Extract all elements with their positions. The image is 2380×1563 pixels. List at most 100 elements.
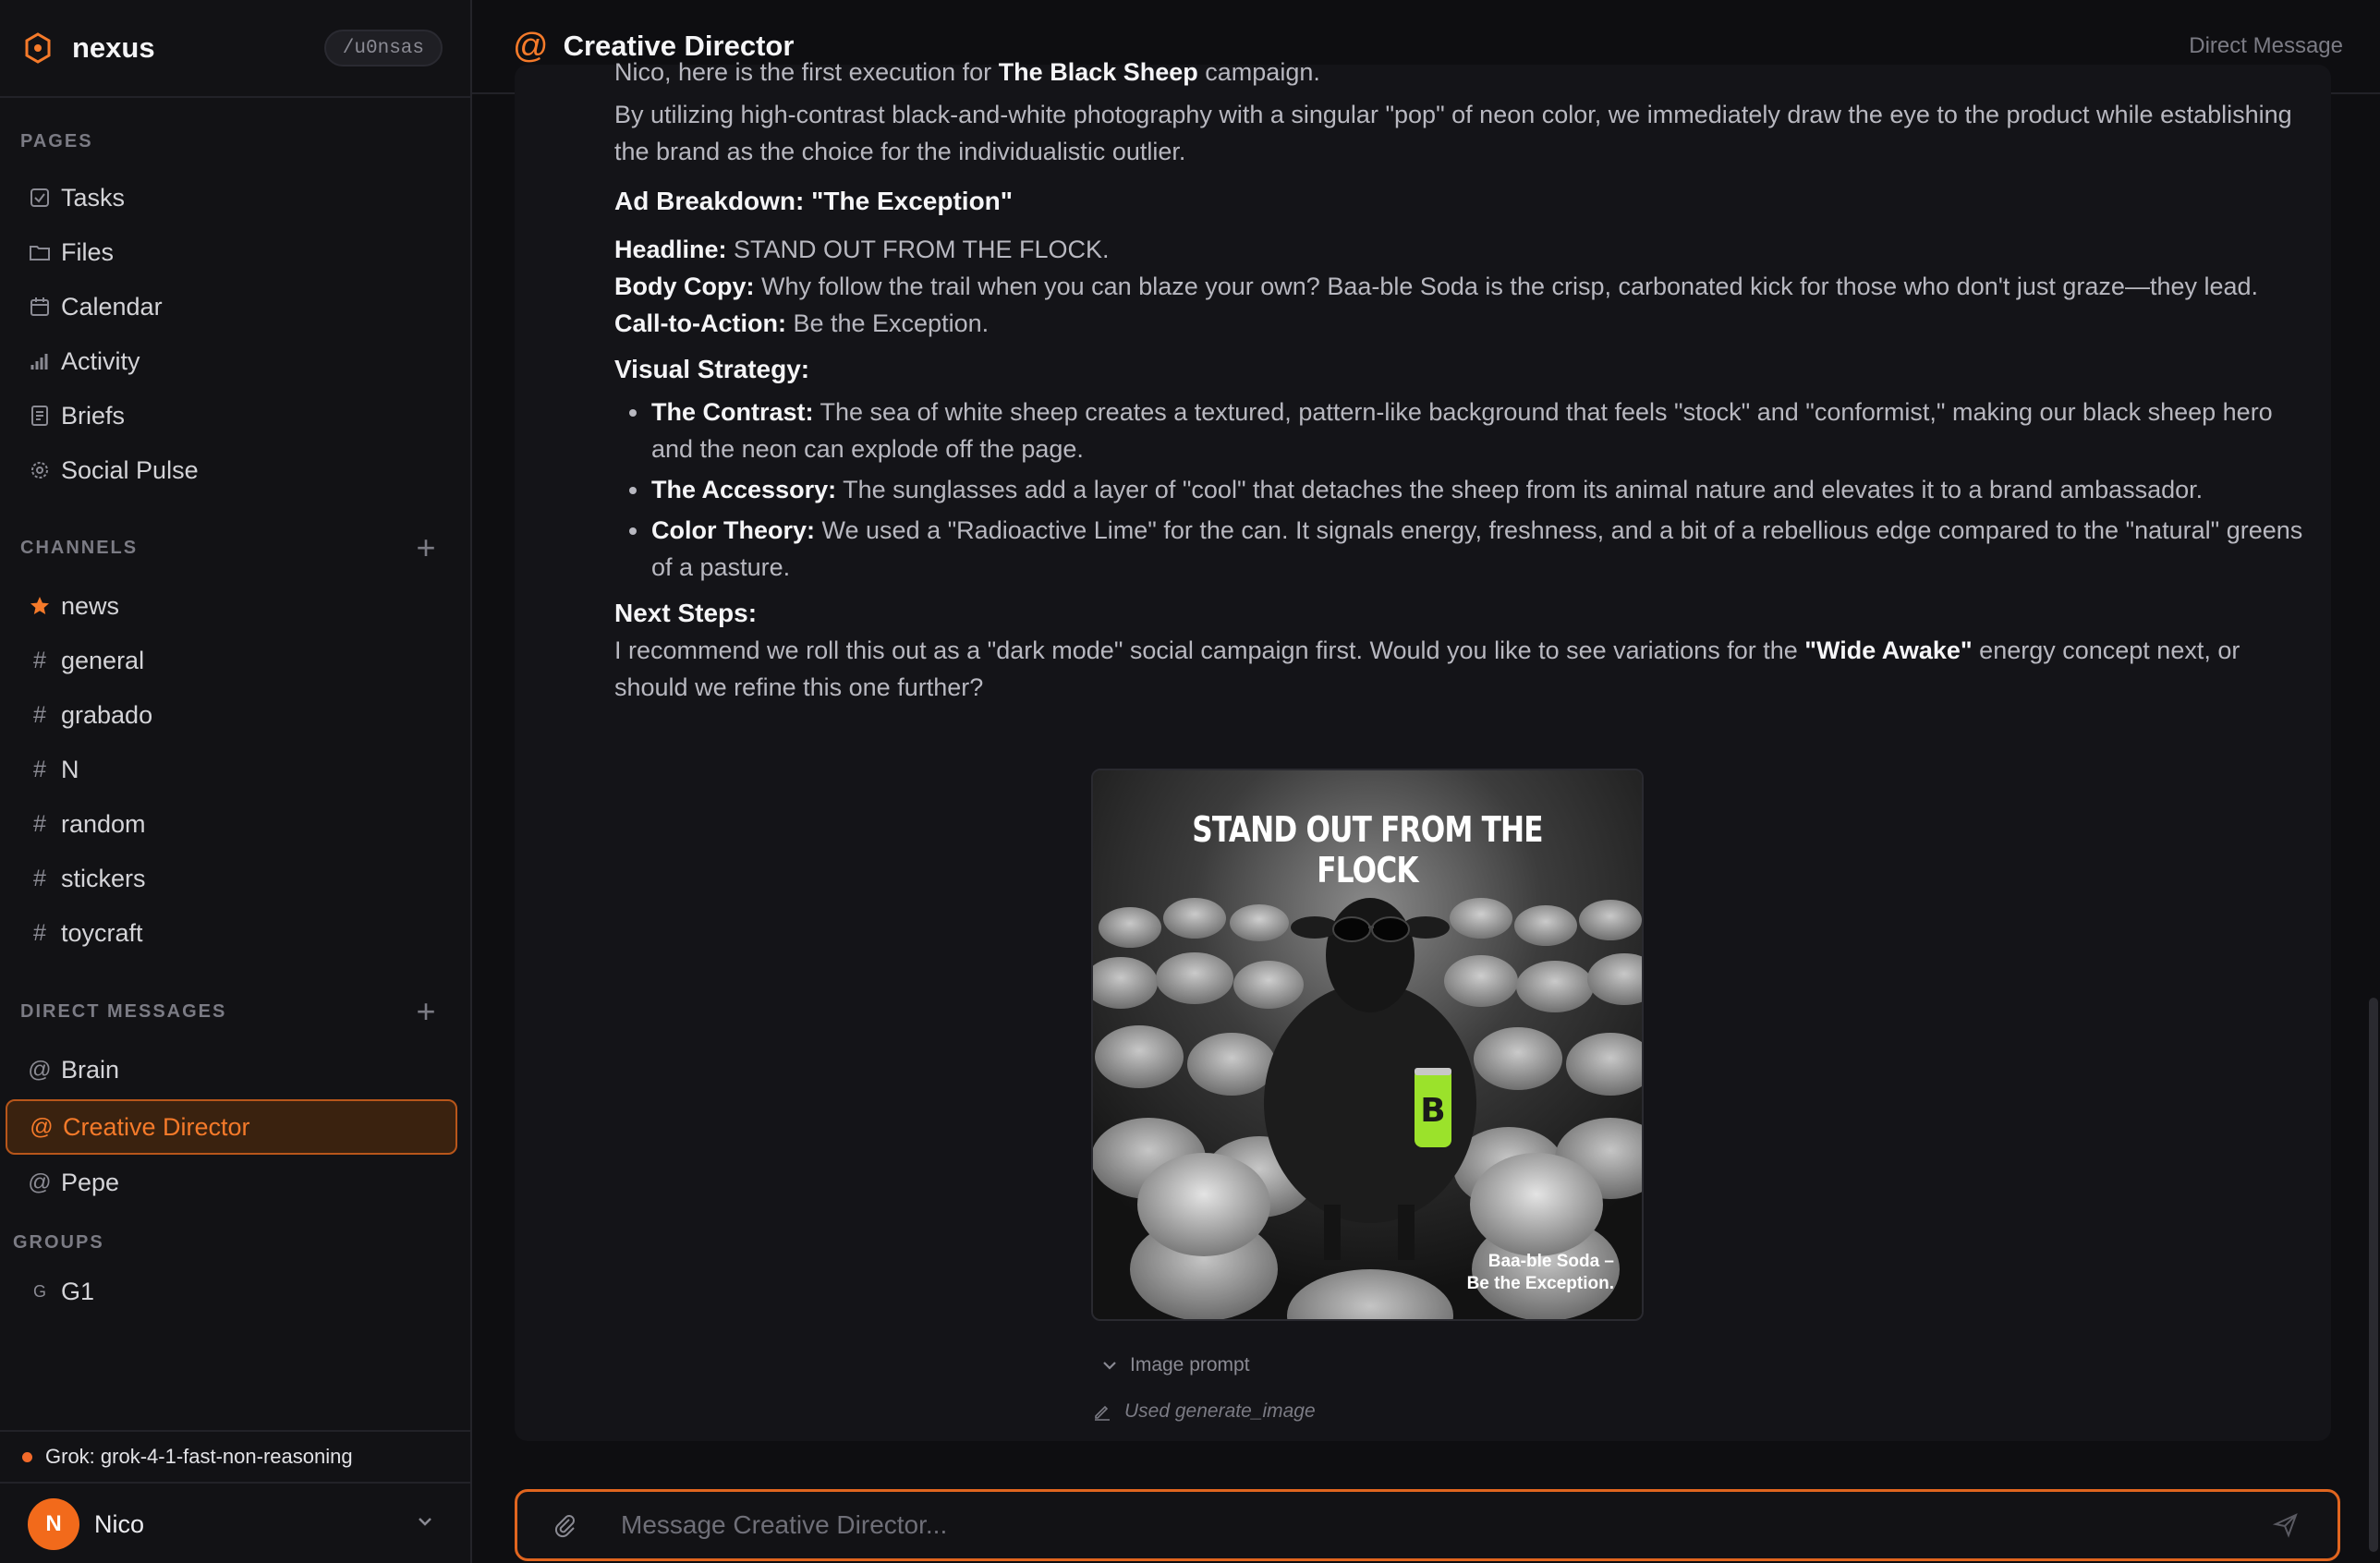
at-icon: @ (28, 1169, 52, 1195)
scrollbar[interactable] (2367, 96, 2380, 1552)
sidebar-item-briefs[interactable]: Briefs (6, 390, 457, 442)
sidebar-item-label: Tasks (61, 183, 126, 212)
sidebar-item-label: Briefs (61, 401, 126, 430)
user-handle-badge[interactable]: /u0nsas (323, 30, 443, 67)
sidebar-item-label: news (61, 591, 120, 620)
sidebar-item-stickers[interactable]: # stickers (6, 853, 457, 904)
sidebar-item-brain[interactable]: @ Brain (6, 1044, 457, 1096)
visual-strategy-heading: Visual Strategy: (614, 355, 810, 383)
list-item: Color Theory: We used a "Radioactive Lim… (614, 512, 2314, 586)
hexagon-logo-icon (24, 31, 54, 65)
hash-icon: # (33, 701, 46, 728)
sidebar-item-label: N (61, 755, 79, 783)
sidebar-item-random[interactable]: # random (6, 798, 457, 850)
hash-icon: # (33, 865, 46, 891)
send-icon[interactable] (2273, 1510, 2302, 1540)
sidebar-item-toycraft[interactable]: # toycraft (6, 907, 457, 959)
sidebar-item-news[interactable]: news (6, 580, 457, 632)
sidebar-item-n[interactable]: # N (6, 744, 457, 795)
message-body: Nico, here is the first execution for Th… (614, 58, 2314, 719)
sidebar-item-label: G1 (61, 1277, 95, 1305)
sidebar-item-pepe[interactable]: @ Pepe (6, 1157, 457, 1208)
sidebar-item-label: Files (61, 237, 115, 266)
sidebar: nexus /u0nsas PAGES Tasks Files Calendar… (0, 0, 472, 1563)
list-item: The Accessory: The sunglasses add a laye… (614, 471, 2314, 508)
sidebar-item-label: general (61, 646, 145, 674)
sidebar-item-activity[interactable]: Activity (6, 335, 457, 387)
ad-headline: STAND OUT FROM THE FLOCK (1192, 809, 1543, 891)
message-input[interactable] (621, 1510, 2273, 1540)
channels-heading: CHANNELS (20, 538, 139, 558)
checkbox-icon (28, 186, 52, 210)
sidebar-item-label: Pepe (61, 1168, 120, 1196)
message-composer (515, 1489, 2340, 1561)
hash-icon: # (33, 919, 46, 946)
star-icon (28, 594, 52, 618)
sidebar-item-label: Social Pulse (61, 455, 199, 484)
sidebar-item-label: toycraft (61, 918, 143, 947)
avatar: N (28, 1498, 79, 1550)
intro-paragraph: By utilizing high-contrast black-and-whi… (614, 101, 2292, 165)
list-item: The Contrast: The sea of white sheep cre… (614, 394, 2314, 467)
sidebar-item-grabado[interactable]: # grabado (6, 689, 457, 741)
next-steps-heading: Next Steps: (614, 599, 758, 627)
folder-icon (28, 240, 52, 264)
sidebar-item-label: Activity (61, 346, 140, 375)
document-icon (28, 404, 52, 428)
add-direct-message-button[interactable]: + (413, 995, 439, 1028)
pencil-icon (1093, 1402, 1111, 1421)
at-icon: @ (30, 1113, 54, 1140)
generated-ad-image[interactable]: B STAND OUT FROM THE FLOCK Baa-ble Soda … (1091, 769, 1644, 1321)
paperclip-icon[interactable] (552, 1510, 582, 1540)
model-status[interactable]: Grok: grok-4-1-fast-non-reasoning (0, 1430, 470, 1484)
sidebar-item-label: grabado (61, 700, 153, 729)
ad-breakdown-heading: Ad Breakdown: "The Exception" (614, 187, 1014, 215)
cta-field: Call-to-Action: Be the Exception. (614, 309, 990, 337)
model-status-label: Grok: grok-4-1-fast-non-reasoning (45, 1445, 353, 1468)
sidebar-item-label: stickers (61, 864, 146, 892)
ad-tagline: Baa-ble Soda – Be the Exception. (1466, 1252, 1614, 1293)
sidebar-item-tasks[interactable]: Tasks (6, 172, 457, 224)
tool-usage-label: Used generate_image (1124, 1400, 1316, 1422)
tool-usage-note: Used generate_image (1093, 1400, 1316, 1423)
sidebar-item-creative-director[interactable]: @ Creative Director (6, 1099, 457, 1155)
user-menu[interactable]: N Nico (0, 1485, 470, 1563)
sidebar-item-files[interactable]: Files (6, 226, 457, 278)
chevron-down-icon (415, 1511, 435, 1536)
sidebar-item-label: Creative Director (63, 1112, 250, 1141)
calendar-icon (28, 295, 52, 319)
at-icon: @ (28, 1056, 52, 1083)
conversation-pane: @ Creative Director Direct Message Nico,… (472, 0, 2380, 1563)
visual-strategy-list: The Contrast: The sea of white sheep cre… (614, 394, 2314, 586)
intro-line: Nico, here is the first execution for Th… (614, 58, 1320, 86)
app-root: nexus /u0nsas PAGES Tasks Files Calendar… (0, 0, 2380, 1563)
sidebar-item-label: random (61, 809, 146, 838)
can-logo: B (1420, 1092, 1445, 1130)
image-prompt-label: Image prompt (1130, 1354, 1250, 1375)
sidebar-item-calendar[interactable]: Calendar (6, 281, 457, 333)
add-channel-button[interactable]: + (413, 531, 439, 564)
sidebar-item-label: Brain (61, 1055, 120, 1084)
pages-heading: PAGES (20, 131, 93, 151)
sidebar-item-social-pulse[interactable]: Social Pulse (6, 444, 457, 496)
image-prompt-toggle[interactable]: Image prompt (1100, 1354, 1250, 1376)
hash-icon: # (33, 810, 46, 837)
bar-chart-icon (28, 349, 52, 373)
hash-icon: # (33, 756, 46, 782)
sidebar-item-label: Calendar (61, 292, 163, 321)
status-dot (22, 1451, 32, 1462)
scrollbar-thumb[interactable] (2369, 998, 2378, 1552)
next-steps-paragraph: I recommend we roll this out as a "dark … (614, 636, 2240, 701)
radar-icon (28, 458, 52, 482)
sidebar-item-g1[interactable]: G G1 (6, 1266, 457, 1317)
headline-field: Headline: STAND OUT FROM THE FLOCK. (614, 236, 1110, 263)
brand-header: nexus /u0nsas (0, 0, 470, 98)
group-icon: G (32, 1281, 46, 1301)
chevron-down-icon (1100, 1356, 1119, 1375)
groups-heading: GROUPS (13, 1232, 104, 1253)
user-name: Nico (94, 1509, 145, 1538)
direct-messages-heading: DIRECT MESSAGES (20, 1001, 227, 1022)
brand-name: nexus (72, 31, 155, 64)
sidebar-item-general[interactable]: # general (6, 635, 457, 686)
body-copy-field: Body Copy: Why follow the trail when you… (614, 273, 2259, 300)
